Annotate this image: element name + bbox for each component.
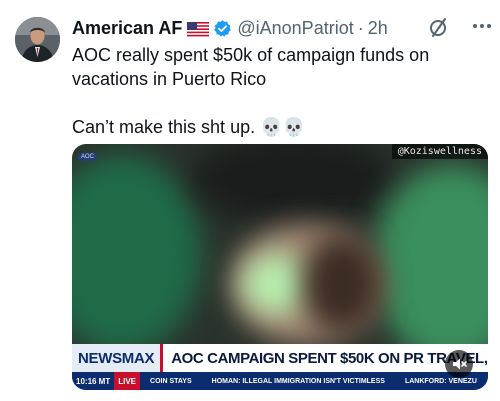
muted-speaker-icon	[453, 358, 467, 370]
news-lower-third: NEWSMAX AOC CAMPAIGN SPENT $50K ON PR TR…	[72, 344, 488, 372]
author-handle[interactable]: @iAnonPatriot	[237, 18, 353, 39]
video-frame-blur	[372, 164, 488, 364]
newsmax-logo: NEWSMAX	[72, 344, 164, 372]
video-frame-blur	[302, 234, 382, 334]
header-separator: ·	[357, 17, 364, 38]
ticker-live-badge: LIVE	[114, 372, 141, 390]
mute-button[interactable]	[445, 350, 473, 378]
video-frame-blur	[72, 154, 202, 354]
tweet-video[interactable]: AOC @Koziswellness NEWSMAX AOC CAMPAIGN …	[72, 144, 488, 390]
verified-badge-icon[interactable]	[213, 19, 232, 38]
tweet-text: AOC really spent $50k of campaign funds …	[72, 43, 492, 139]
ticker-time: 10:16 MT	[72, 376, 115, 386]
ticker-item: LANKFORD: VENEZU	[404, 377, 477, 385]
us-flag-icon	[187, 21, 210, 37]
avatar-portrait	[15, 17, 60, 62]
tweet-text-fragment: Can’t make this sht up.	[72, 117, 256, 137]
more-options-icon[interactable]	[470, 14, 494, 38]
author-name[interactable]: American AF	[72, 18, 182, 39]
watermark: @Koziswellness	[391, 144, 488, 159]
author-avatar[interactable]	[15, 17, 60, 62]
news-headline: AOC CAMPAIGN SPENT $50K ON PR TRAVEL, HO…	[171, 349, 488, 367]
tweet-text-line: Can’t make this sht up. 💀💀	[72, 115, 492, 139]
tweet-timestamp[interactable]: 2h	[368, 18, 388, 39]
video-frame-blur	[192, 144, 392, 224]
skull-emoji: 💀💀	[260, 117, 305, 137]
tweet-header: American AF @iAnonPatriot · 2h	[72, 16, 388, 40]
ticker-item: COIN STAYS	[150, 377, 192, 385]
grok-icon[interactable]	[428, 16, 450, 38]
corner-logo: AOC	[78, 153, 98, 161]
ticker-item: HOMAN: ILLEGAL IMMIGRATION ISN'T VICTIML…	[211, 377, 385, 385]
tweet-text-line: AOC really spent $50k of campaign funds …	[72, 45, 430, 89]
news-ticker: 10:16 MT LIVE COIN STAYS HOMAN: ILLEGAL …	[72, 372, 488, 390]
